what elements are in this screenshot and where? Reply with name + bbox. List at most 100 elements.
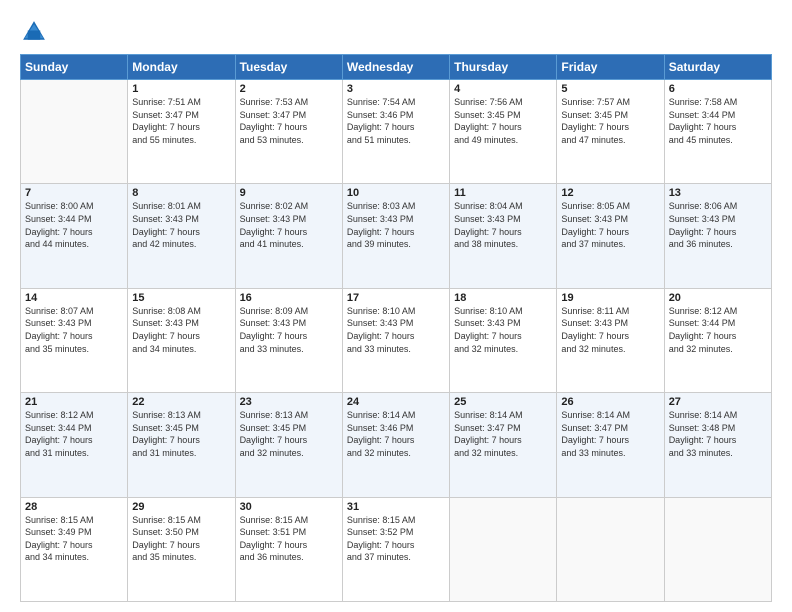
day-info: Sunrise: 8:12 AMSunset: 3:44 PMDaylight:… [25,409,123,459]
day-number: 5 [561,83,659,95]
calendar-cell: 1Sunrise: 7:51 AMSunset: 3:47 PMDaylight… [128,80,235,184]
calendar-cell: 4Sunrise: 7:56 AMSunset: 3:45 PMDaylight… [450,80,557,184]
calendar-cell [21,80,128,184]
calendar-cell: 17Sunrise: 8:10 AMSunset: 3:43 PMDayligh… [342,288,449,392]
day-info: Sunrise: 8:14 AMSunset: 3:46 PMDaylight:… [347,409,445,459]
day-number: 30 [240,501,338,513]
day-info: Sunrise: 8:01 AMSunset: 3:43 PMDaylight:… [132,200,230,250]
calendar-cell: 21Sunrise: 8:12 AMSunset: 3:44 PMDayligh… [21,393,128,497]
day-info: Sunrise: 8:10 AMSunset: 3:43 PMDaylight:… [454,305,552,355]
day-header-saturday: Saturday [664,55,771,80]
week-row-4: 21Sunrise: 8:12 AMSunset: 3:44 PMDayligh… [21,393,772,497]
calendar-cell: 15Sunrise: 8:08 AMSunset: 3:43 PMDayligh… [128,288,235,392]
calendar-cell [664,497,771,601]
day-info: Sunrise: 8:12 AMSunset: 3:44 PMDaylight:… [669,305,767,355]
calendar-cell: 23Sunrise: 8:13 AMSunset: 3:45 PMDayligh… [235,393,342,497]
calendar-cell: 7Sunrise: 8:00 AMSunset: 3:44 PMDaylight… [21,184,128,288]
calendar-cell: 13Sunrise: 8:06 AMSunset: 3:43 PMDayligh… [664,184,771,288]
calendar-cell: 3Sunrise: 7:54 AMSunset: 3:46 PMDaylight… [342,80,449,184]
day-info: Sunrise: 8:13 AMSunset: 3:45 PMDaylight:… [240,409,338,459]
day-info: Sunrise: 8:15 AMSunset: 3:52 PMDaylight:… [347,514,445,564]
day-info: Sunrise: 8:15 AMSunset: 3:49 PMDaylight:… [25,514,123,564]
day-number: 23 [240,396,338,408]
calendar-cell: 5Sunrise: 7:57 AMSunset: 3:45 PMDaylight… [557,80,664,184]
day-number: 4 [454,83,552,95]
day-info: Sunrise: 7:57 AMSunset: 3:45 PMDaylight:… [561,96,659,146]
week-row-3: 14Sunrise: 8:07 AMSunset: 3:43 PMDayligh… [21,288,772,392]
day-info: Sunrise: 8:00 AMSunset: 3:44 PMDaylight:… [25,200,123,250]
day-info: Sunrise: 7:54 AMSunset: 3:46 PMDaylight:… [347,96,445,146]
day-info: Sunrise: 8:06 AMSunset: 3:43 PMDaylight:… [669,200,767,250]
day-number: 16 [240,292,338,304]
week-row-5: 28Sunrise: 8:15 AMSunset: 3:49 PMDayligh… [21,497,772,601]
calendar-table: SundayMondayTuesdayWednesdayThursdayFrid… [20,54,772,602]
calendar-cell: 31Sunrise: 8:15 AMSunset: 3:52 PMDayligh… [342,497,449,601]
calendar-cell: 11Sunrise: 8:04 AMSunset: 3:43 PMDayligh… [450,184,557,288]
day-header-tuesday: Tuesday [235,55,342,80]
day-info: Sunrise: 8:14 AMSunset: 3:47 PMDaylight:… [561,409,659,459]
calendar-cell: 24Sunrise: 8:14 AMSunset: 3:46 PMDayligh… [342,393,449,497]
calendar-cell [450,497,557,601]
page: SundayMondayTuesdayWednesdayThursdayFrid… [0,0,792,612]
day-number: 26 [561,396,659,408]
day-info: Sunrise: 8:14 AMSunset: 3:47 PMDaylight:… [454,409,552,459]
day-number: 13 [669,187,767,199]
calendar-cell: 18Sunrise: 8:10 AMSunset: 3:43 PMDayligh… [450,288,557,392]
day-number: 19 [561,292,659,304]
day-header-thursday: Thursday [450,55,557,80]
calendar-cell: 26Sunrise: 8:14 AMSunset: 3:47 PMDayligh… [557,393,664,497]
day-number: 20 [669,292,767,304]
calendar-cell: 2Sunrise: 7:53 AMSunset: 3:47 PMDaylight… [235,80,342,184]
calendar-cell: 19Sunrise: 8:11 AMSunset: 3:43 PMDayligh… [557,288,664,392]
day-info: Sunrise: 8:11 AMSunset: 3:43 PMDaylight:… [561,305,659,355]
calendar-cell: 9Sunrise: 8:02 AMSunset: 3:43 PMDaylight… [235,184,342,288]
calendar-cell [557,497,664,601]
day-info: Sunrise: 8:13 AMSunset: 3:45 PMDaylight:… [132,409,230,459]
day-number: 2 [240,83,338,95]
day-number: 3 [347,83,445,95]
calendar-cell: 28Sunrise: 8:15 AMSunset: 3:49 PMDayligh… [21,497,128,601]
calendar-cell: 6Sunrise: 7:58 AMSunset: 3:44 PMDaylight… [664,80,771,184]
calendar-cell: 12Sunrise: 8:05 AMSunset: 3:43 PMDayligh… [557,184,664,288]
day-number: 18 [454,292,552,304]
day-number: 14 [25,292,123,304]
day-info: Sunrise: 8:08 AMSunset: 3:43 PMDaylight:… [132,305,230,355]
day-number: 12 [561,187,659,199]
day-number: 24 [347,396,445,408]
day-header-wednesday: Wednesday [342,55,449,80]
day-number: 29 [132,501,230,513]
header-row: SundayMondayTuesdayWednesdayThursdayFrid… [21,55,772,80]
day-info: Sunrise: 8:04 AMSunset: 3:43 PMDaylight:… [454,200,552,250]
day-info: Sunrise: 7:56 AMSunset: 3:45 PMDaylight:… [454,96,552,146]
week-row-1: 1Sunrise: 7:51 AMSunset: 3:47 PMDaylight… [21,80,772,184]
day-number: 28 [25,501,123,513]
day-number: 1 [132,83,230,95]
week-row-2: 7Sunrise: 8:00 AMSunset: 3:44 PMDaylight… [21,184,772,288]
day-info: Sunrise: 7:51 AMSunset: 3:47 PMDaylight:… [132,96,230,146]
day-number: 15 [132,292,230,304]
day-info: Sunrise: 7:58 AMSunset: 3:44 PMDaylight:… [669,96,767,146]
day-number: 27 [669,396,767,408]
day-info: Sunrise: 8:07 AMSunset: 3:43 PMDaylight:… [25,305,123,355]
day-number: 6 [669,83,767,95]
day-info: Sunrise: 8:03 AMSunset: 3:43 PMDaylight:… [347,200,445,250]
day-info: Sunrise: 7:53 AMSunset: 3:47 PMDaylight:… [240,96,338,146]
day-number: 21 [25,396,123,408]
calendar-cell: 30Sunrise: 8:15 AMSunset: 3:51 PMDayligh… [235,497,342,601]
day-number: 25 [454,396,552,408]
day-info: Sunrise: 8:15 AMSunset: 3:51 PMDaylight:… [240,514,338,564]
calendar-cell: 25Sunrise: 8:14 AMSunset: 3:47 PMDayligh… [450,393,557,497]
calendar-cell: 14Sunrise: 8:07 AMSunset: 3:43 PMDayligh… [21,288,128,392]
calendar-cell: 8Sunrise: 8:01 AMSunset: 3:43 PMDaylight… [128,184,235,288]
day-number: 31 [347,501,445,513]
day-info: Sunrise: 8:05 AMSunset: 3:43 PMDaylight:… [561,200,659,250]
calendar-cell: 10Sunrise: 8:03 AMSunset: 3:43 PMDayligh… [342,184,449,288]
logo-icon [20,18,48,46]
day-number: 22 [132,396,230,408]
logo [20,18,52,46]
day-header-friday: Friday [557,55,664,80]
day-number: 11 [454,187,552,199]
day-number: 17 [347,292,445,304]
day-number: 9 [240,187,338,199]
day-info: Sunrise: 8:15 AMSunset: 3:50 PMDaylight:… [132,514,230,564]
